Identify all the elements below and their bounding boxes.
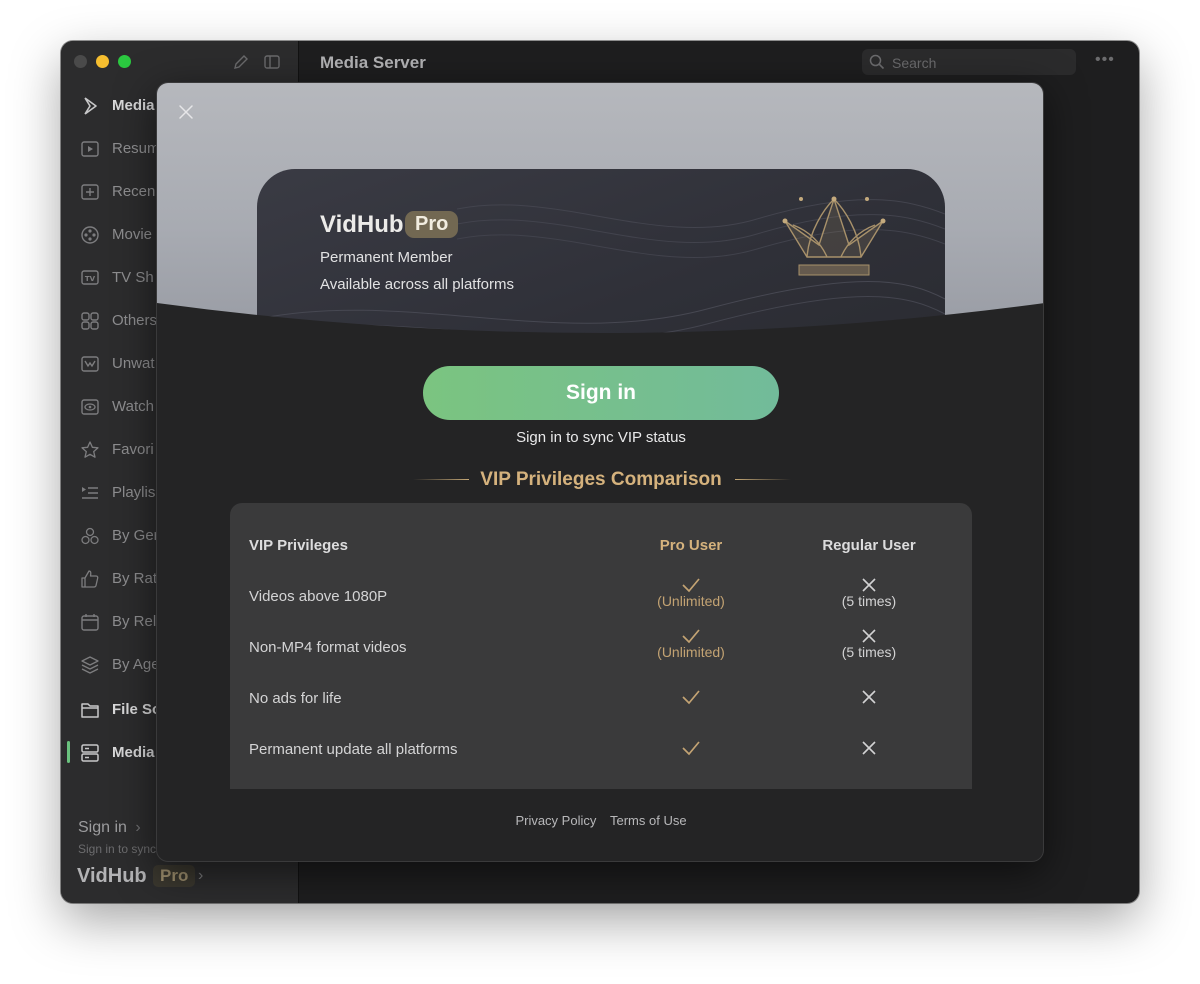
sidebar-toggle-icon[interactable] [263, 53, 281, 71]
pro-cell [616, 740, 766, 756]
close-icon[interactable] [177, 103, 195, 121]
sidebar-signin-label: Sign in [78, 819, 127, 836]
sidebar-item-label: Movie [112, 226, 153, 243]
regular-note: (5 times) [841, 593, 897, 609]
sidebar-signin-subtitle: Sign in to sync [78, 842, 157, 856]
pro-note: (Unlimited) [657, 644, 725, 660]
window-close-button[interactable] [74, 55, 87, 68]
privilege-name: No ads for life [249, 690, 342, 707]
sidebar-brand[interactable]: VidHub [77, 865, 147, 888]
regular-note: (5 times) [841, 644, 897, 660]
signin-button[interactable]: Sign in [423, 366, 779, 420]
star-icon [81, 441, 99, 458]
check-icon [682, 578, 700, 593]
sidebar-item-label: Others [112, 312, 158, 329]
crown-icon [782, 196, 886, 276]
window-minimize-button[interactable] [96, 55, 109, 68]
chevron-right-icon: › [135, 819, 141, 836]
sidebar-item-label: Resum [112, 140, 160, 157]
calendar-icon [81, 614, 99, 631]
footer-links: Privacy Policy Terms of Use [157, 813, 1043, 828]
vip-modal: VidHub Pro Permanent Member Available ac… [156, 82, 1044, 862]
genre-icon [81, 527, 99, 545]
sidebar-item-label: By Rel [112, 613, 157, 630]
column-header: Pro User [659, 537, 723, 554]
resume-icon [81, 141, 99, 157]
chevron-right-icon[interactable]: › [198, 867, 203, 885]
sidebar-item-label: Favori [112, 441, 154, 458]
sidebar-item-label: By Rat [112, 570, 158, 587]
privilege-name: Permanent update all platforms [249, 741, 458, 758]
more-options-icon[interactable]: ••• [1095, 51, 1115, 69]
sidebar-item-label: Recen [112, 183, 156, 200]
svg-text:TV: TV [85, 275, 96, 283]
cross-icon [862, 690, 876, 704]
search-box[interactable] [862, 49, 1076, 75]
sidebar-item-label: Unwat [112, 355, 155, 372]
check-icon [682, 690, 700, 705]
sidebar-signin-link[interactable]: Sign in › [78, 819, 141, 837]
cross-icon [862, 741, 876, 755]
check-icon [682, 629, 700, 644]
window-zoom-button[interactable] [118, 55, 131, 68]
regular-cell: (5 times) [794, 628, 944, 660]
pro-cell [616, 689, 766, 705]
grid-icon [81, 312, 99, 330]
watched-eye-icon [81, 399, 99, 415]
terms-of-use-link[interactable]: Terms of Use [610, 813, 687, 828]
check-icon [682, 741, 700, 756]
recent-icon [81, 184, 99, 200]
search-icon [869, 54, 885, 70]
card-title: VidHub [320, 211, 404, 238]
regular-cell: (5 times) [794, 577, 944, 609]
table-row: Videos above 1080P (Unlimited) (5 times) [230, 575, 972, 626]
page-title: Media Server [320, 53, 426, 72]
unwatched-icon [81, 356, 99, 372]
sidebar-item-label: Media [112, 97, 155, 114]
tv-icon: TV [81, 270, 99, 285]
divider-right [735, 479, 791, 480]
sidebar-item-label: By Ger [112, 527, 159, 544]
regular-cell [794, 689, 944, 705]
folder-icon [81, 703, 99, 718]
privilege-name: Non-MP4 format videos [249, 639, 407, 656]
pro-cell: (Unlimited) [616, 628, 766, 660]
privilege-name: Videos above 1080P [249, 588, 388, 605]
card-platforms: Available across all platforms [320, 276, 514, 293]
card-pro-badge: Pro [405, 211, 459, 238]
column-header: Regular User [822, 537, 916, 554]
signin-subtitle: Sign in to sync VIP status [516, 429, 686, 446]
layers-icon [81, 656, 99, 674]
thumbs-up-icon [81, 570, 99, 588]
table-row: No ads for life [230, 677, 972, 728]
privileges-table: VIP Privileges Pro User Regular User Vid… [230, 503, 972, 789]
pro-cell: (Unlimited) [616, 577, 766, 609]
sidebar-item-label: Media [112, 744, 155, 761]
playlist-icon [82, 487, 98, 499]
sidebar-item-label: TV Sh [112, 269, 154, 286]
column-header: VIP Privileges [249, 537, 348, 554]
sidebar-item-label: Playlis [112, 484, 156, 501]
cross-icon [862, 629, 876, 643]
media-play-icon [84, 97, 97, 115]
pro-note: (Unlimited) [657, 593, 725, 609]
server-icon [81, 744, 99, 762]
privacy-policy-link[interactable]: Privacy Policy [515, 813, 596, 828]
sidebar-item-label: By Age [112, 656, 160, 673]
edit-pencil-icon[interactable] [232, 53, 250, 71]
table-row: Permanent update all platforms [230, 728, 972, 779]
cross-icon [862, 578, 876, 592]
sidebar-item-label: Watch [112, 398, 154, 415]
sidebar-pro-badge[interactable]: Pro [153, 865, 196, 887]
card-member-type: Permanent Member [320, 249, 453, 266]
sidebar-item-label: File So [112, 701, 162, 718]
table-row: Non-MP4 format videos (Unlimited) (5 tim… [230, 626, 972, 677]
regular-cell [794, 740, 944, 756]
comparison-title: VIP Privileges Comparison [480, 469, 722, 490]
movie-reel-icon [81, 226, 99, 244]
search-input[interactable] [890, 52, 1074, 74]
